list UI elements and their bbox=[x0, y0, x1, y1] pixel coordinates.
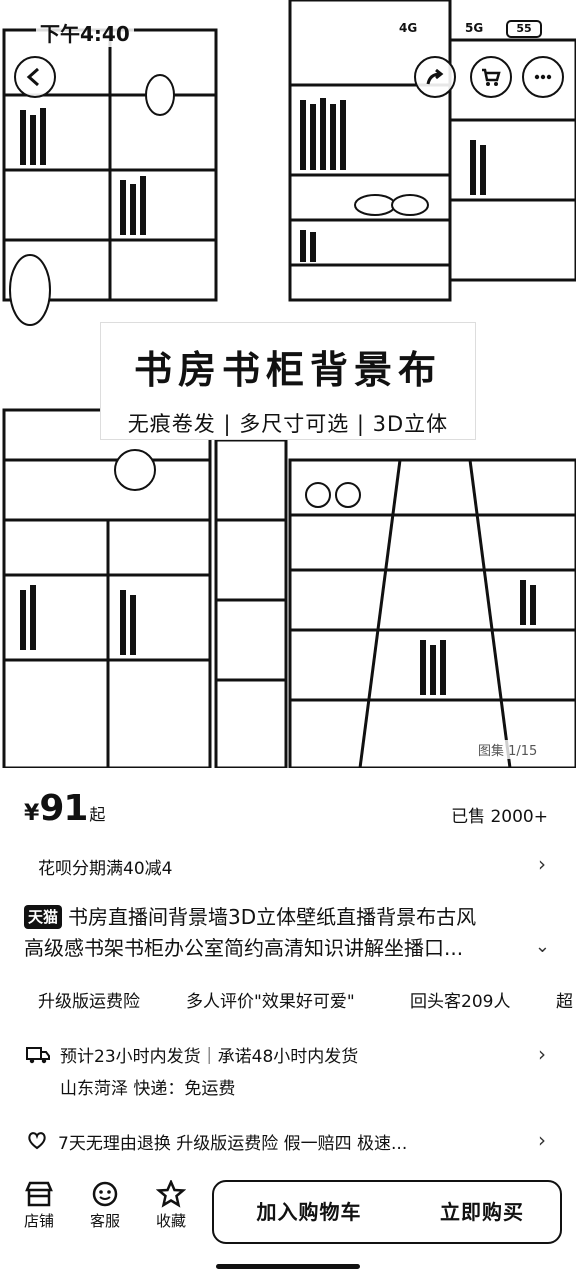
store-button[interactable]: 店铺 bbox=[14, 1180, 64, 1231]
shipping-estimate: 预计23小时内发货｜承诺48小时内发货 bbox=[60, 1047, 359, 1067]
chat-face-icon bbox=[92, 1181, 118, 1207]
status-bar: 下午4:40 4G 5G 55 bbox=[0, 16, 576, 47]
sold-count: 已售 2000+ bbox=[451, 807, 548, 827]
customer-service-button[interactable]: 客服 bbox=[80, 1180, 130, 1231]
hero-headline: 书房书柜背景布 bbox=[133, 348, 442, 392]
hero-title-panel: 书房书柜背景布 无痕卷发 | 多尺寸可选 | 3D立体 bbox=[100, 322, 476, 440]
price-suffix: 起 bbox=[89, 805, 106, 824]
star-icon bbox=[156, 1180, 186, 1208]
home-indicator[interactable] bbox=[216, 1264, 360, 1269]
product-title[interactable]: 天猫 书房直播间背景墙3D立体壁纸直播背景布古风 高级感书架书柜办公室简约高清知识… bbox=[0, 902, 576, 968]
cart-button[interactable] bbox=[470, 56, 512, 98]
service-label: 客服 bbox=[89, 1212, 120, 1230]
add-to-cart-button[interactable]: 加入购物车 bbox=[224, 1192, 394, 1232]
purchase-actions: 加入购物车 立即购买 bbox=[212, 1180, 562, 1244]
tmall-badge: 天猫 bbox=[24, 905, 63, 929]
tag-item[interactable]: 升级版运费险 bbox=[38, 987, 140, 1012]
tag-item[interactable]: 多人评价"效果好可爱" bbox=[186, 987, 355, 1012]
share-icon bbox=[426, 68, 444, 85]
shipping-row[interactable]: 预计23小时内发货｜承诺48小时内发货 山东菏泽 快递：免运费 › bbox=[0, 1040, 576, 1100]
battery-icon: 55 bbox=[506, 20, 542, 38]
tag-row[interactable]: 升级版运费险 多人评价"效果好可爱" 回头客209人 超 bbox=[0, 985, 576, 1013]
chevron-right-icon: › bbox=[538, 1042, 546, 1066]
favorite-button[interactable]: 收藏 bbox=[146, 1180, 196, 1231]
status-time: 下午4:40 bbox=[36, 18, 134, 47]
favorite-label: 收藏 bbox=[155, 1212, 186, 1230]
arrow-left-icon bbox=[26, 67, 39, 87]
title-line-1: 书房直播间背景墙3D立体壁纸直播背景布古风 bbox=[68, 905, 477, 929]
tag-item[interactable]: 超 bbox=[556, 987, 573, 1012]
share-button[interactable] bbox=[414, 56, 456, 98]
shipping-origin: 山东菏泽 快递：免运费 bbox=[60, 1079, 236, 1099]
tag-item[interactable]: 回头客209人 bbox=[410, 987, 510, 1012]
title-line-2: 高级感书架书柜办公室简约高清知识讲解坐播口... bbox=[24, 936, 464, 960]
back-button[interactable] bbox=[14, 56, 56, 98]
network-4g-icon: 4G bbox=[396, 20, 421, 36]
price-amount: 91 bbox=[39, 788, 88, 829]
bottom-action-bar: 店铺 客服 收藏 加入购物车 立即购买 bbox=[0, 1180, 576, 1250]
buy-now-button[interactable]: 立即购买 bbox=[414, 1192, 550, 1232]
network-5g-icon: 5G bbox=[462, 20, 487, 36]
shield-heart-icon bbox=[28, 1132, 46, 1150]
service-text: 7天无理由退换 升级版运费险 假一赔四 极速... bbox=[58, 1134, 408, 1154]
chevron-right-icon: › bbox=[538, 852, 546, 876]
cart-icon bbox=[482, 68, 501, 86]
chevron-right-icon: › bbox=[538, 1128, 546, 1152]
price-currency: ¥ bbox=[24, 801, 40, 826]
truck-icon bbox=[26, 1047, 50, 1064]
store-label: 店铺 bbox=[23, 1212, 54, 1230]
installment-text: 花呗分期满40减4 bbox=[38, 859, 173, 879]
product-image[interactable]: 书房书柜背景布 无痕卷发 | 多尺寸可选 | 3D立体 图集 1/15 bbox=[0, 0, 576, 768]
image-watermark: 图集 1/15 bbox=[478, 740, 538, 759]
more-button[interactable] bbox=[522, 56, 564, 98]
price: ¥ 91 起 bbox=[24, 788, 105, 829]
service-row[interactable]: 7天无理由退换 升级版运费险 假一赔四 极速... › bbox=[0, 1126, 576, 1156]
more-icon bbox=[534, 74, 552, 80]
price-row: ¥ 91 起 已售 2000+ bbox=[0, 788, 576, 832]
chevron-down-icon[interactable]: ⌄ bbox=[535, 936, 550, 957]
installment-row[interactable]: 花呗分期满40减4 › bbox=[0, 850, 576, 880]
hero-subtitle: 无痕卷发 | 多尺寸可选 | 3D立体 bbox=[127, 412, 449, 436]
store-icon bbox=[25, 1181, 53, 1207]
